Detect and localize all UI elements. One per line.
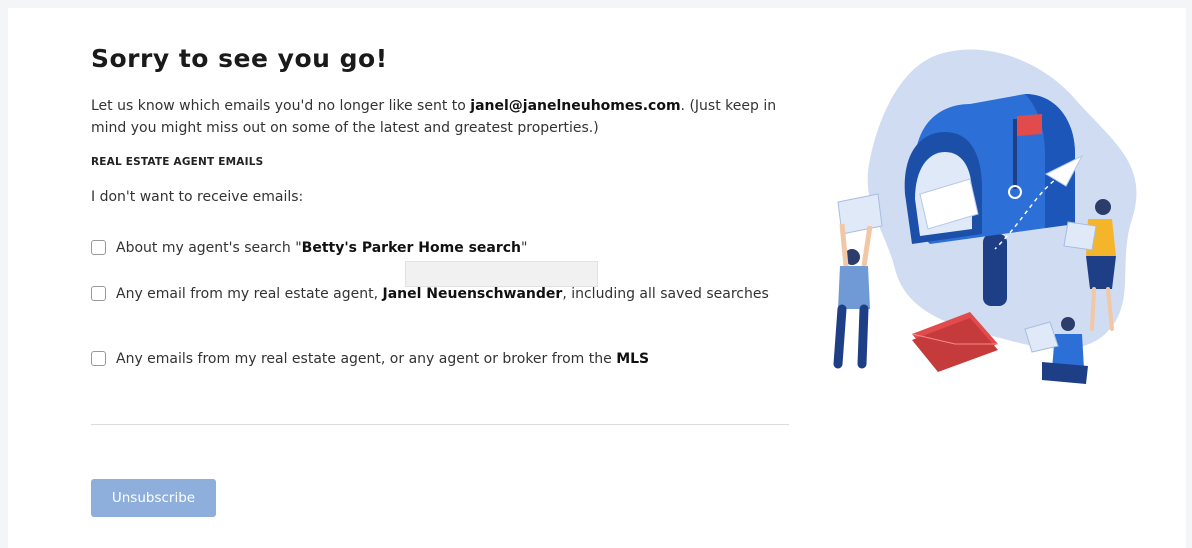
unsubscribe-button[interactable]: Unsubscribe <box>91 479 216 517</box>
option-prefix: About my agent's search " <box>116 240 302 256</box>
envelope-right <box>1063 221 1097 251</box>
option-bold: Janel Neuenschwander <box>382 286 563 302</box>
divider <box>91 424 789 425</box>
person-right-head <box>1095 199 1111 215</box>
option-label: Any email from my real estate agent, Jan… <box>116 283 771 305</box>
option-suffix: " <box>521 240 528 256</box>
checkbox-agent-search[interactable] <box>91 240 106 255</box>
option-suffix: , including all saved searches <box>562 286 769 302</box>
person-left-body <box>838 266 870 309</box>
option-label: Any emails from my real estate agent, or… <box>116 348 791 370</box>
intro-prefix: Let us know which emails you'd no longer… <box>91 98 471 114</box>
option-agent-all[interactable]: Any email from my real estate agent, Jan… <box>91 283 771 305</box>
checkbox-mls[interactable] <box>91 351 106 366</box>
option-bold: MLS <box>616 351 650 367</box>
person-sitting-head <box>1061 317 1075 331</box>
option-label: About my agent's search "Betty's Parker … <box>116 237 791 259</box>
option-agent-search[interactable]: About my agent's search "Betty's Parker … <box>91 237 791 259</box>
flag <box>1017 114 1042 136</box>
intro-text: Let us know which emails you'd no longer… <box>91 95 791 139</box>
lead-text: I don't want to receive emails: <box>91 189 304 205</box>
unsubscribe-card: Sorry to see you go! Let us know which e… <box>8 8 1186 548</box>
checkbox-agent-all[interactable] <box>91 286 106 301</box>
page-title: Sorry to see you go! <box>91 44 388 73</box>
content-column: Sorry to see you go! Let us know which e… <box>91 44 791 205</box>
flag-pole <box>1013 119 1017 189</box>
option-prefix: Any email from my real estate agent, <box>116 286 383 302</box>
section-label: REAL ESTATE AGENT EMAILS <box>91 156 264 168</box>
user-email: janel@janelneuhomes.com <box>470 98 681 114</box>
mailbox-post <box>983 234 1007 306</box>
option-bold: Betty's Parker Home search <box>301 240 522 256</box>
option-prefix: Any emails from my real estate agent, or… <box>116 351 617 367</box>
mailbox-illustration <box>833 49 1137 384</box>
option-mls[interactable]: Any emails from my real estate agent, or… <box>91 348 791 370</box>
